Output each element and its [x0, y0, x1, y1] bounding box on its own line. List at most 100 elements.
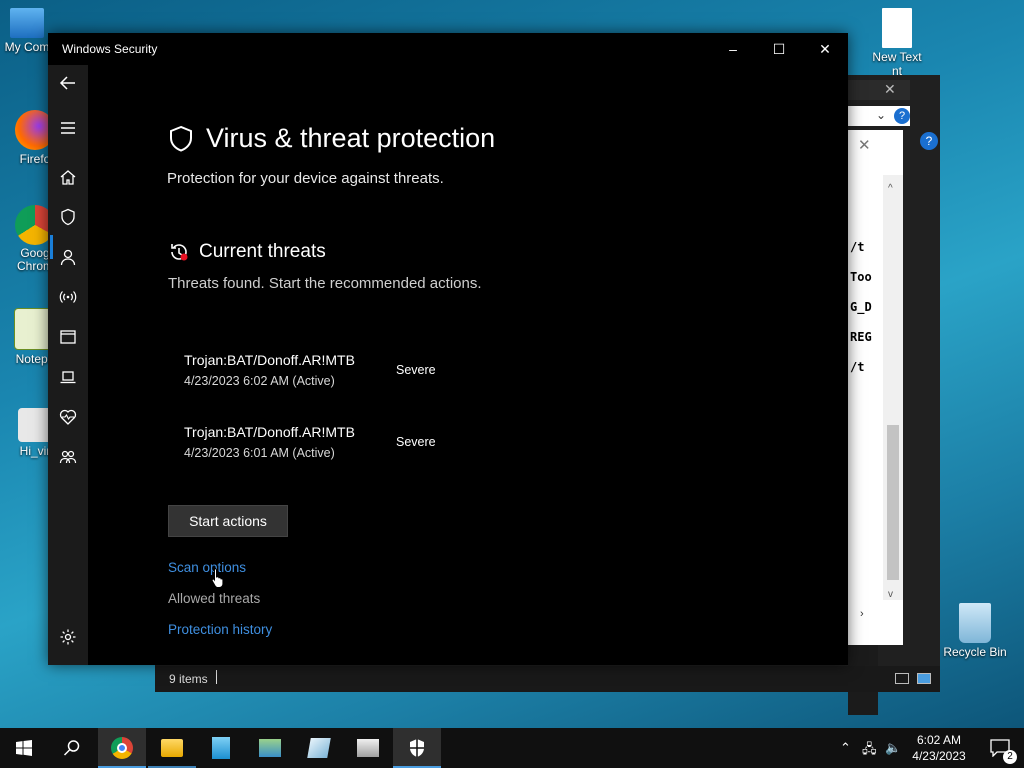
help-icon[interactable]: ?: [894, 108, 910, 124]
scrollbar-thumb[interactable]: [887, 425, 899, 580]
volume-icon[interactable]: 🔈: [885, 740, 901, 756]
desktop-icon-label: Recycle Bin: [943, 645, 1007, 659]
threat-date: 4/23/2023 6:01 AM (Active): [184, 446, 335, 460]
windows-security-window[interactable]: Windows Security – ☐ ✕ Virus & threat pr…: [48, 33, 848, 665]
image-viewer-icon: [357, 739, 379, 757]
nav-virus-threat-protection[interactable]: [48, 199, 88, 235]
side-navigation: [48, 65, 88, 665]
taskbar-app-5[interactable]: [295, 728, 343, 768]
start-actions-button[interactable]: Start actions: [168, 505, 288, 537]
back-button[interactable]: [48, 65, 88, 101]
start-button[interactable]: [0, 728, 48, 768]
protection-history-link[interactable]: Protection history: [168, 622, 272, 637]
desktop-icon-new-text[interactable]: New Text nt: [862, 8, 932, 78]
menu-button[interactable]: [48, 110, 88, 146]
text-file-icon: [882, 8, 912, 48]
wireless-icon: [59, 291, 77, 303]
threat-severity: Severe: [396, 435, 436, 449]
command-dialog[interactable]: ✕ /t Too G_D REG /t ^ v ›: [848, 130, 903, 645]
status-divider: [216, 670, 217, 684]
shield-icon: [170, 125, 192, 152]
section-title: Current threats: [199, 241, 326, 262]
chrome-icon: [111, 737, 133, 759]
clock-date: 4/23/2023: [912, 749, 966, 763]
threat-date: 4/23/2023 6:02 AM (Active): [184, 374, 335, 388]
nav-account-protection[interactable]: [48, 239, 88, 275]
title-bar[interactable]: Windows Security – ☐ ✕: [48, 33, 848, 65]
nav-family-options[interactable]: [48, 439, 88, 475]
nav-home[interactable]: [48, 159, 88, 195]
nav-app-browser-control[interactable]: [48, 319, 88, 355]
desktop-icon-recycle-bin[interactable]: Recycle Bin: [940, 603, 1010, 659]
threat-name: Trojan:BAT/Donoff.AR!MTB: [184, 424, 355, 440]
hand-cursor-icon: [211, 568, 224, 588]
browser-window-icon: [60, 330, 76, 344]
scan-options-link[interactable]: Scan options: [168, 560, 246, 575]
taskbar-file-explorer[interactable]: [148, 728, 196, 768]
folder-icon: [161, 739, 183, 757]
nav-firewall-network[interactable]: [48, 279, 88, 315]
clock-time: 6:02 AM: [916, 733, 962, 747]
minimize-button[interactable]: –: [710, 33, 756, 65]
computer-icon: [10, 8, 44, 38]
help-icon[interactable]: ?: [920, 132, 938, 150]
search-button[interactable]: [48, 728, 96, 768]
main-content: Virus & threat protection Protection for…: [88, 65, 848, 665]
family-icon: [59, 450, 77, 464]
taskbar-app-4[interactable]: [246, 728, 294, 768]
threat-name: Trojan:BAT/Donoff.AR!MTB: [184, 352, 355, 368]
nav-device-security[interactable]: [48, 359, 88, 395]
chevron-up-icon[interactable]: ⌃: [840, 740, 851, 756]
taskbar: ⌃ 🖧 🔈 6:02 AM 4/23/2023 2: [0, 728, 1024, 768]
details-view-icon[interactable]: [895, 673, 909, 684]
code-line: /t: [850, 240, 865, 254]
home-icon: [60, 170, 76, 185]
gear-icon: [60, 629, 76, 645]
chevron-down-icon[interactable]: ⌄: [876, 108, 886, 122]
allowed-threats-link[interactable]: Allowed threats: [168, 591, 260, 606]
back-arrow-icon: [59, 76, 75, 90]
close-icon[interactable]: ✕: [858, 136, 871, 154]
taskbar-windows-security[interactable]: [393, 728, 441, 768]
minimize-icon: –: [729, 41, 737, 57]
chevron-right-icon[interactable]: ›: [860, 608, 864, 620]
vertical-scrollbar[interactable]: ^ v: [883, 175, 903, 600]
close-icon: ✕: [819, 40, 831, 57]
taskbar-app-3[interactable]: [197, 728, 245, 768]
background-toolbar: ⌄ ?: [848, 106, 910, 126]
page-subtitle: Protection for your device against threa…: [167, 170, 444, 187]
laptop-icon: [60, 371, 76, 384]
background-titlebar: ✕: [848, 80, 910, 100]
threat-history-icon: [171, 244, 188, 261]
threat-item[interactable]: Trojan:BAT/Donoff.AR!MTB 4/23/2023 6:02 …: [184, 352, 604, 402]
taskbar-chrome[interactable]: [98, 728, 146, 768]
notification-badge: 2: [1003, 750, 1017, 764]
taskbar-app-6[interactable]: [344, 728, 392, 768]
hamburger-icon: [61, 122, 75, 134]
network-app-icon: [259, 739, 281, 757]
page-title: Virus & threat protection: [206, 123, 496, 153]
code-line: REG: [850, 330, 872, 344]
heart-pulse-icon: [59, 409, 77, 425]
close-button[interactable]: ✕: [802, 33, 848, 65]
search-icon: [63, 740, 80, 756]
notepad-app-icon: [307, 738, 331, 758]
network-icon[interactable]: 🖧: [862, 740, 877, 762]
building-app-icon: [212, 737, 230, 759]
threat-severity: Severe: [396, 363, 436, 377]
large-icons-view-icon[interactable]: [917, 673, 931, 684]
shield-icon: [61, 208, 75, 226]
nav-device-performance-health[interactable]: [48, 399, 88, 435]
chevron-down-icon[interactable]: v: [888, 589, 893, 600]
nav-settings[interactable]: [48, 619, 88, 655]
action-center-button[interactable]: 2: [976, 728, 1024, 768]
threat-item[interactable]: Trojan:BAT/Donoff.AR!MTB 4/23/2023 6:01 …: [184, 424, 604, 474]
item-count: 9 items: [169, 672, 208, 686]
maximize-icon: ☐: [772, 40, 786, 57]
chevron-up-icon[interactable]: ^: [888, 183, 893, 194]
maximize-button[interactable]: ☐: [756, 33, 802, 65]
close-icon[interactable]: ✕: [884, 81, 896, 98]
explorer-status-bar: 9 items: [155, 666, 940, 692]
clock[interactable]: 6:02 AM 4/23/2023: [905, 732, 973, 764]
window-title: Windows Security: [62, 42, 158, 56]
